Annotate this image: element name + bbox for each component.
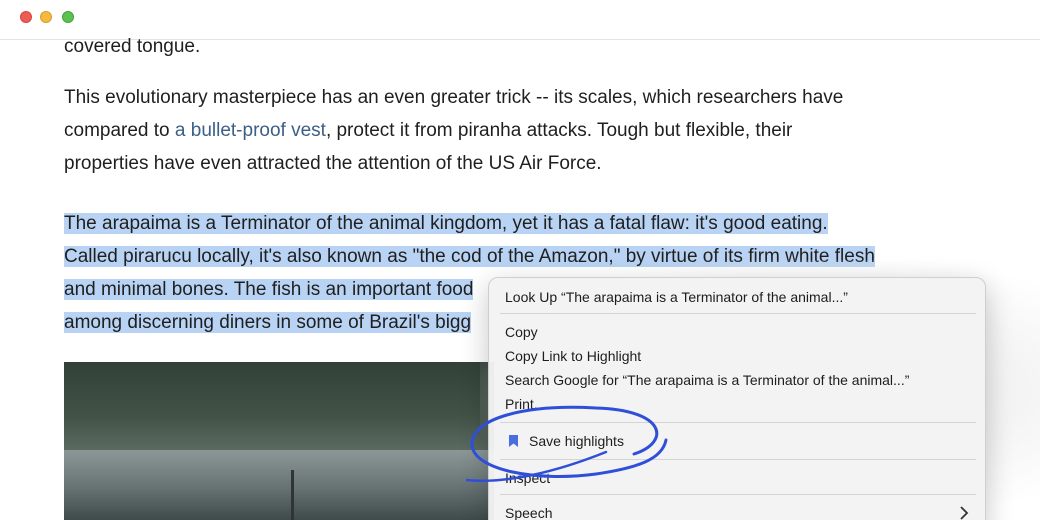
bullet-proof-vest-link[interactable]: a bullet-proof vest	[175, 120, 326, 141]
menu-item-print[interactable]: Print...	[505, 393, 545, 415]
selection-highlight[interactable]: among discerning diners in some of Brazi…	[64, 312, 472, 333]
minimize-window-button[interactable]	[40, 11, 52, 23]
menu-separator	[500, 494, 976, 495]
context-menu: Look Up “The arapaima is a Terminator of…	[488, 277, 986, 520]
photo-river	[64, 450, 494, 520]
paragraph-line: properties have even attracted the atten…	[64, 153, 602, 174]
menu-separator	[500, 422, 976, 423]
menu-item-copy[interactable]: Copy	[505, 321, 538, 343]
zoom-window-button[interactable]	[62, 11, 74, 23]
save-highlights-label: Save highlights	[529, 433, 624, 449]
close-window-button[interactable]	[20, 11, 32, 23]
article-photo	[64, 362, 494, 520]
menu-item-search-google[interactable]: Search Google for “The arapaima is a Ter…	[505, 369, 909, 391]
text-segment: compared to	[64, 120, 175, 141]
menu-separator	[500, 313, 976, 314]
selection-highlight[interactable]: and minimal bones. The fish is an import…	[64, 279, 474, 300]
paragraph-line: This evolutionary masterpiece has an eve…	[64, 87, 844, 108]
menu-item-speech[interactable]: Speech	[505, 502, 552, 520]
menu-separator	[500, 459, 976, 460]
selected-line[interactable]: The arapaima is a Terminator of the anim…	[64, 207, 944, 240]
menu-item-copy-link-to-highlight[interactable]: Copy Link to Highlight	[505, 345, 641, 367]
photo-pole	[291, 470, 294, 520]
selection-highlight[interactable]: The arapaima is a Terminator of the anim…	[64, 213, 828, 234]
chevron-right-icon	[960, 506, 969, 520]
menu-item-inspect[interactable]: Inspect	[505, 467, 550, 489]
text-segment: , protect it from piranha attacks. Tough…	[325, 120, 793, 141]
menu-item-look-up[interactable]: Look Up “The arapaima is a Terminator of…	[505, 286, 848, 308]
paragraph-scales: This evolutionary masterpiece has an eve…	[64, 81, 944, 180]
paragraph-line: compared to a bullet-proof vest, protect…	[64, 114, 944, 147]
photo-treeline	[64, 362, 494, 452]
paragraph-tail: covered tongue.	[64, 36, 201, 57]
bookmark-icon	[509, 435, 518, 447]
